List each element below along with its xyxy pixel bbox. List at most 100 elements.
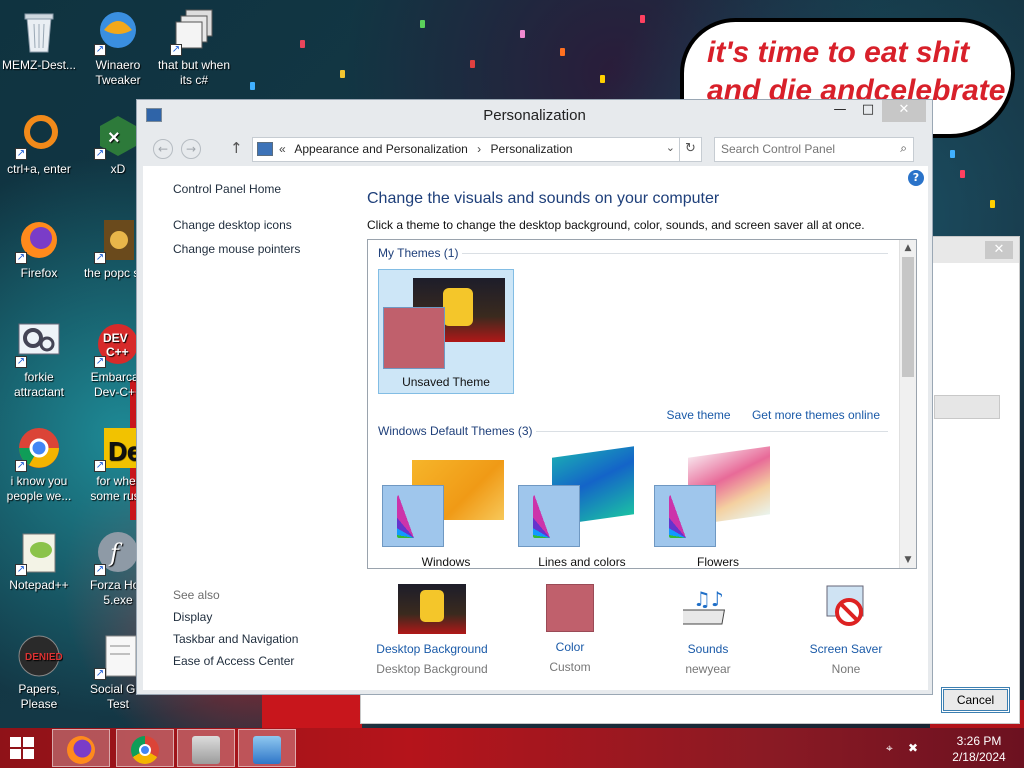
control-panel-home-link[interactable]: Control Panel Home [173, 182, 343, 196]
search-input[interactable] [721, 142, 891, 156]
maximize-button[interactable]: □ [854, 100, 882, 122]
theme-flowers[interactable]: Flowers [650, 446, 786, 568]
color-item[interactable]: Color Custom [505, 584, 635, 674]
ease-of-access-link[interactable]: Ease of Access Center [173, 654, 298, 668]
default-themes-header: Windows Default Themes (3) [378, 424, 533, 438]
search-icon[interactable]: ⌕ [900, 141, 907, 156]
desktop-icon-winaero[interactable]: ↗ Winaero Tweaker [80, 8, 156, 88]
scroll-thumb[interactable] [902, 257, 914, 377]
media-icon: ↗ [94, 216, 142, 264]
volume-muted-icon[interactable]: ✖ [908, 741, 922, 755]
recycle-bin-icon [15, 8, 63, 56]
thumbnail-figure [443, 288, 473, 326]
desktop-background-link[interactable]: Desktop Background [367, 642, 497, 656]
color-link[interactable]: Color [505, 640, 635, 654]
color-fan-icon [669, 494, 703, 538]
svg-text:♫♪: ♫♪ [693, 587, 724, 611]
taskbar: ⌖ ✖ 3:26 PM 2/18/2024 [0, 728, 1024, 768]
background-dialog-field[interactable] [934, 395, 1000, 419]
address-bar[interactable]: « Appearance and Personalization › Perso… [252, 137, 702, 162]
desktop-icon-ctrl-a[interactable]: ↗ ctrl+a, enter [1, 112, 77, 177]
display-link[interactable]: Display [173, 610, 298, 624]
clock-time: 3:26 PM [956, 734, 1002, 748]
help-icon[interactable]: ? [908, 170, 924, 186]
screen-saver-item[interactable]: Screen Saver None [781, 584, 911, 676]
breadcrumb-personalization[interactable]: Personalization [491, 142, 573, 156]
change-desktop-icons-link[interactable]: Change desktop icons [173, 218, 343, 232]
cancel-button[interactable]: Cancel [941, 687, 1010, 713]
desktop-icon-that-but-when[interactable]: ↗ that but when its c# [156, 8, 232, 88]
save-theme-link[interactable]: Save theme [667, 408, 731, 422]
taskbar-firefox[interactable] [52, 729, 110, 767]
shortcut-arrow-icon: ↗ [15, 148, 27, 160]
chrome-center [139, 744, 151, 756]
clock-date: 2/18/2024 [952, 750, 1006, 764]
screen-saver-link[interactable]: Screen Saver [781, 642, 911, 656]
taskbar-chrome[interactable] [116, 729, 174, 767]
network-icon[interactable]: ⌖ [886, 741, 900, 755]
minimize-button[interactable]: — [826, 100, 854, 122]
wallpaper-red-shape [262, 690, 362, 728]
svg-text:×: × [108, 127, 120, 149]
desktop-icon-i-know-you[interactable]: ↗ i know you people we... [1, 424, 77, 504]
desktop-icon-notepadpp[interactable]: ↗ Notepad++ [1, 528, 77, 593]
desktop-background-item[interactable]: Desktop Background Desktop Background [367, 584, 497, 676]
scroll-down-icon[interactable]: ▼ [900, 552, 916, 568]
desktop-icon-label: i know you people we... [6, 474, 72, 503]
sounds-link[interactable]: Sounds [643, 642, 773, 656]
color-swatch-icon [546, 584, 594, 632]
scroll-up-icon[interactable]: ▲ [900, 240, 916, 256]
papers-icon: DENIED [15, 632, 63, 680]
desktop-icon-label: Notepad++ [9, 578, 69, 592]
refresh-button[interactable]: ↻ [679, 138, 701, 161]
back-button[interactable]: ← [153, 139, 173, 159]
background-dialog-close-button[interactable]: ✕ [985, 241, 1013, 259]
theme-label: Unsaved Theme [402, 375, 490, 389]
theme-windows[interactable]: Windows [378, 448, 514, 568]
confetti [420, 20, 425, 28]
search-box[interactable]: ⌕ [714, 137, 914, 162]
flash-icon: f ↗ [94, 528, 142, 576]
doc-icon: ↗ [94, 632, 142, 680]
screen-saver-icon [821, 584, 871, 634]
taskbar-file-explorer[interactable] [177, 729, 235, 767]
breadcrumb-overflow[interactable]: « [279, 142, 286, 156]
section-divider [536, 431, 888, 432]
change-mouse-pointers-link[interactable]: Change mouse pointers [173, 242, 343, 256]
desktop-icon-memz[interactable]: MEMZ-Dest... [1, 8, 77, 73]
breadcrumb-appearance[interactable]: Appearance and Personalization [294, 142, 467, 156]
confetti [560, 48, 565, 56]
theme-list-scrollbar[interactable]: ▲ ▼ [899, 240, 916, 568]
close-button[interactable]: ✕ [882, 100, 926, 122]
sounds-value: newyear [685, 662, 731, 676]
get-more-themes-link[interactable]: Get more themes online [752, 408, 880, 422]
up-button[interactable]: ↑ [230, 139, 243, 157]
theme-list[interactable]: My Themes (1) Unsaved Theme Save theme G… [367, 239, 917, 569]
start-button[interactable] [10, 737, 36, 759]
chrome-icon [131, 736, 159, 764]
taskbar-navigation-link[interactable]: Taskbar and Navigation [173, 632, 298, 646]
desktop-icon-firefox[interactable]: ↗ Firefox [1, 216, 77, 281]
address-dropdown-icon[interactable]: ⌄ [666, 141, 675, 154]
color-value: Custom [549, 660, 591, 674]
desktop-icon-label: Papers, Please [18, 682, 60, 711]
desktop-background-icon [398, 584, 466, 634]
shortcut-arrow-icon: ↗ [94, 356, 106, 368]
clock[interactable]: 3:26 PM 2/18/2024 [944, 733, 1014, 765]
taskbar-control-panel[interactable] [238, 729, 296, 767]
desktop-icon-papers-please[interactable]: DENIED Papers, Please [1, 632, 77, 712]
sounds-item[interactable]: ♫♪ Sounds newyear [643, 584, 773, 676]
winaero-icon: ↗ [94, 8, 142, 56]
theme-color-swatch [518, 485, 580, 547]
my-themes-header: My Themes (1) [378, 246, 459, 260]
desktop-icon-forkie[interactable]: ↗ forkie attractant [1, 320, 77, 400]
firefox-icon: ↗ [15, 216, 63, 264]
breadcrumb-separator-icon[interactable]: › [477, 142, 481, 156]
forward-button[interactable]: → [181, 139, 201, 159]
section-divider [462, 253, 888, 254]
theme-unsaved[interactable]: Unsaved Theme [378, 269, 514, 394]
shortcut-arrow-icon: ↗ [15, 252, 27, 264]
theme-lines-and-colors[interactable]: Lines and colors [514, 446, 650, 568]
confetti [470, 60, 475, 68]
windows-logo-icon [10, 737, 21, 747]
